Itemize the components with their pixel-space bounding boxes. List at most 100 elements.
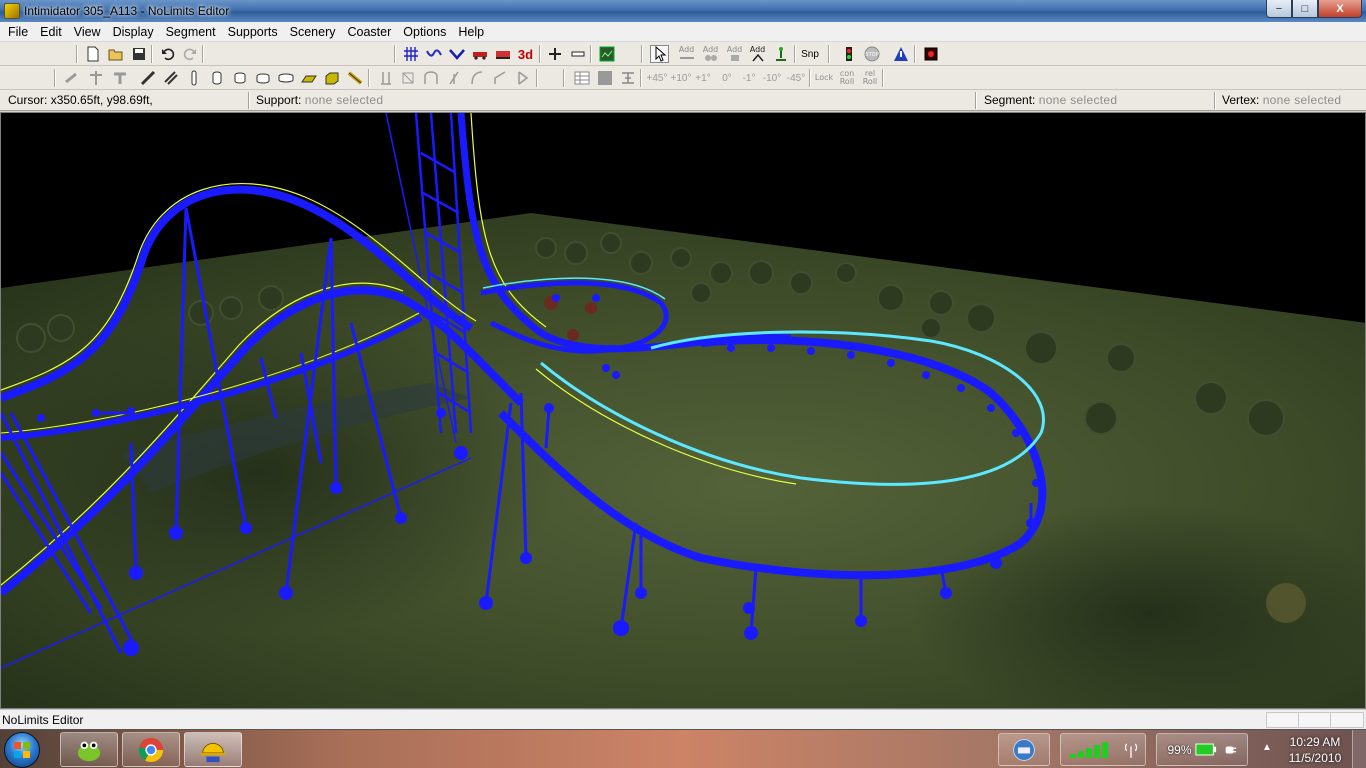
rel-roll-button[interactable]: rel Roll bbox=[860, 69, 880, 87]
zoom-in-icon[interactable] bbox=[545, 45, 564, 63]
add-beam-button[interactable]: Add bbox=[748, 45, 767, 63]
snap-button[interactable]: Snp bbox=[799, 45, 821, 63]
add-label: Add bbox=[678, 45, 695, 54]
status-panel bbox=[1266, 712, 1300, 728]
taskbar-app-frog[interactable] bbox=[60, 732, 118, 767]
roll-minus-45-button[interactable]: -45° bbox=[785, 69, 807, 87]
support-anchor-icon[interactable] bbox=[771, 45, 790, 63]
catwalk-icon[interactable] bbox=[376, 69, 395, 87]
catwalk-slant-icon[interactable] bbox=[444, 69, 463, 87]
clock-date: 11/5/2010 bbox=[1288, 751, 1342, 765]
cylinder-small-icon[interactable] bbox=[207, 69, 226, 87]
frog-app-icon bbox=[77, 741, 101, 761]
roll-plus-1-button[interactable]: +1° bbox=[693, 69, 713, 87]
toolbar-separator bbox=[914, 45, 916, 63]
app-icon bbox=[4, 3, 20, 19]
tray-expand-icon[interactable]: ▲ bbox=[1262, 742, 1272, 753]
zoom-out-icon[interactable] bbox=[568, 45, 587, 63]
rail-piece-icon[interactable] bbox=[345, 69, 364, 87]
toolbar-separator bbox=[882, 69, 884, 87]
save-icon[interactable] bbox=[129, 45, 148, 63]
start-button[interactable] bbox=[4, 732, 40, 768]
catwalk-end-icon[interactable] bbox=[513, 69, 532, 87]
menu-supports[interactable]: Supports bbox=[222, 22, 284, 42]
toolbar-separator bbox=[76, 45, 78, 63]
traffic-light-icon[interactable] bbox=[839, 45, 858, 63]
toolbar-separator bbox=[640, 69, 642, 87]
menu-file[interactable]: File bbox=[2, 22, 34, 42]
threed-view-button[interactable]: 3d bbox=[516, 45, 535, 63]
flat-footer-icon[interactable] bbox=[299, 69, 318, 87]
open-folder-icon[interactable] bbox=[106, 45, 125, 63]
roll-zero-button[interactable]: 0° bbox=[717, 69, 737, 87]
catwalk-arch-icon[interactable] bbox=[421, 69, 440, 87]
double-pipe-icon[interactable] bbox=[161, 69, 180, 87]
tray-network-app[interactable] bbox=[998, 733, 1050, 766]
t-beam-icon[interactable] bbox=[110, 69, 129, 87]
catwalk-curve-icon[interactable] bbox=[467, 69, 486, 87]
terrain-3d-icon[interactable] bbox=[597, 45, 616, 63]
3d-viewport[interactable] bbox=[0, 112, 1366, 709]
cylinder-wide-icon[interactable] bbox=[276, 69, 295, 87]
taskbar-app-nolimits[interactable] bbox=[184, 732, 242, 767]
status-panel bbox=[1330, 712, 1364, 728]
roll-minus-10-button[interactable]: -10° bbox=[761, 69, 783, 87]
minimize-button[interactable]: − bbox=[1266, 0, 1292, 18]
dip-track-icon[interactable] bbox=[447, 45, 466, 63]
grid-icon[interactable] bbox=[401, 45, 420, 63]
taskbar-app-chrome[interactable] bbox=[122, 732, 180, 767]
select-pointer-icon[interactable] bbox=[650, 45, 669, 63]
exit-icon[interactable] bbox=[921, 45, 940, 63]
menu-coaster[interactable]: Coaster bbox=[342, 22, 398, 42]
add-support-button[interactable]: Add bbox=[677, 45, 696, 63]
show-desktop-button[interactable] bbox=[1352, 730, 1366, 768]
vertical-pipe-icon[interactable] bbox=[184, 69, 203, 87]
catwalk-frame-icon[interactable] bbox=[398, 69, 417, 87]
add-footer-button[interactable]: Add bbox=[725, 45, 744, 63]
menu-view[interactable]: View bbox=[68, 22, 107, 42]
solid-view-icon[interactable] bbox=[595, 69, 614, 87]
train-icon[interactable] bbox=[470, 45, 489, 63]
cylinder-large-icon[interactable] bbox=[253, 69, 272, 87]
menu-segment[interactable]: Segment bbox=[160, 22, 222, 42]
roll-plus-10-button[interactable]: +10° bbox=[670, 69, 692, 87]
align-icon[interactable] bbox=[618, 69, 637, 87]
roll-plus-45-button[interactable]: +45° bbox=[646, 69, 668, 87]
toolbar-separator bbox=[641, 45, 643, 63]
tray-battery[interactable]: 99% bbox=[1156, 733, 1248, 766]
add-connector-button[interactable]: Add bbox=[701, 45, 720, 63]
block-footer-icon[interactable] bbox=[322, 69, 341, 87]
cross-beam-icon[interactable] bbox=[86, 69, 105, 87]
taskbar: 99% ▲ 10:29 AM 11/5/2010 bbox=[0, 729, 1366, 768]
segment-value: none selected bbox=[1038, 93, 1118, 107]
lock-button[interactable]: Lock bbox=[814, 69, 834, 87]
menu-display[interactable]: Display bbox=[107, 22, 160, 42]
menu-scenery[interactable]: Scenery bbox=[284, 22, 342, 42]
toolbar-separator bbox=[368, 69, 370, 87]
roll-minus-1-button[interactable]: -1° bbox=[739, 69, 759, 87]
main-toolbar: 3d Add Add Add Add Snp STOP bbox=[0, 42, 1366, 66]
menu-options[interactable]: Options bbox=[397, 22, 452, 42]
edit-support-icon[interactable] bbox=[62, 69, 81, 87]
close-button[interactable]: X bbox=[1318, 0, 1362, 18]
con-roll-button[interactable]: con Roll bbox=[837, 69, 857, 87]
redo-icon[interactable] bbox=[180, 45, 199, 63]
tray-signal[interactable] bbox=[1060, 733, 1146, 766]
undo-icon[interactable] bbox=[158, 45, 177, 63]
train-station-icon[interactable] bbox=[493, 45, 512, 63]
menu-edit[interactable]: Edit bbox=[34, 22, 68, 42]
curve-track-icon[interactable] bbox=[424, 45, 443, 63]
maximize-button[interactable]: □ bbox=[1292, 0, 1318, 18]
stop-sign-icon[interactable]: STOP bbox=[862, 45, 881, 63]
menu-help[interactable]: Help bbox=[452, 22, 490, 42]
table-view-icon[interactable] bbox=[572, 69, 591, 87]
warning-triangle-icon[interactable] bbox=[891, 45, 910, 63]
catwalk-bend-icon[interactable] bbox=[490, 69, 509, 87]
diagonal-pipe-icon[interactable] bbox=[138, 69, 157, 87]
new-file-icon[interactable] bbox=[83, 45, 102, 63]
secondary-toolbar: +45° +10° +1° 0° -1° -10° -45° Lock con … bbox=[0, 66, 1366, 90]
clock[interactable]: 10:29 AM 11/5/2010 bbox=[1282, 734, 1348, 766]
cylinder-medium-icon[interactable] bbox=[230, 69, 249, 87]
wifi-antenna-icon bbox=[1124, 743, 1138, 758]
battery-percent: 99% bbox=[1167, 742, 1192, 757]
